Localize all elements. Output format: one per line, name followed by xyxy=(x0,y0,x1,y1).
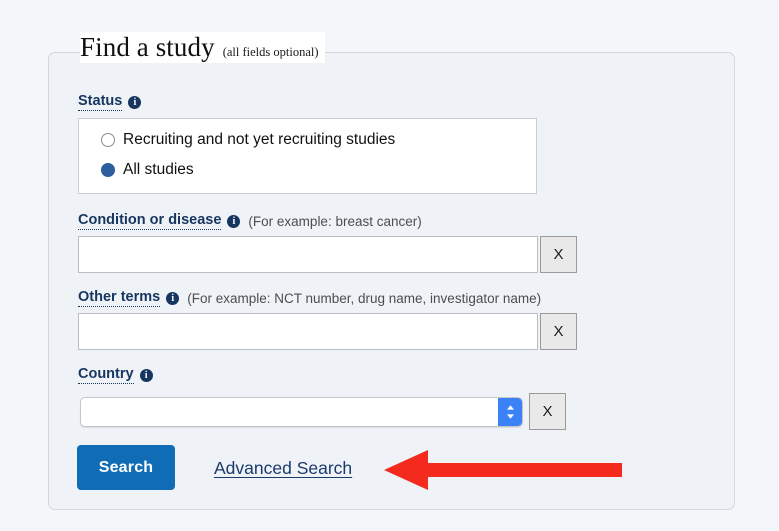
search-button[interactable]: Search xyxy=(77,445,175,490)
condition-info-icon[interactable]: i xyxy=(227,214,241,228)
status-option-recruiting[interactable]: Recruiting and not yet recruiting studie… xyxy=(101,131,395,149)
status-option-label: All studies xyxy=(123,161,194,178)
page-title-text: Find a study xyxy=(80,32,215,62)
status-label-row: Status i xyxy=(78,93,142,111)
status-option-all-studies[interactable]: All studies xyxy=(101,161,194,179)
page-title-note: (all fields optional) xyxy=(222,45,319,59)
condition-input[interactable] xyxy=(78,236,538,273)
country-select[interactable] xyxy=(80,396,523,427)
other-terms-input-row: X xyxy=(78,313,577,350)
country-input-row: X xyxy=(80,393,566,430)
status-options-box: Recruiting and not yet recruiting studie… xyxy=(78,118,537,194)
advanced-search-link[interactable]: Advanced Search xyxy=(214,458,352,479)
other-terms-hint: (For example: NCT number, drug name, inv… xyxy=(187,290,542,306)
page-title: Find a study (all fields optional) xyxy=(80,32,325,63)
country-label: Country xyxy=(78,366,134,384)
country-clear-button[interactable]: X xyxy=(529,393,566,430)
status-option-label: Recruiting and not yet recruiting studie… xyxy=(123,131,396,148)
condition-label-row: Condition or disease i (For example: bre… xyxy=(78,212,422,230)
radio-button-selected[interactable] xyxy=(101,163,115,177)
condition-hint: (For example: breast cancer) xyxy=(248,213,422,229)
radio-button-unselected[interactable] xyxy=(101,133,115,147)
other-terms-info-icon[interactable]: i xyxy=(166,291,180,305)
other-terms-label: Other terms xyxy=(78,289,161,307)
status-info-icon[interactable]: i xyxy=(128,95,142,109)
condition-label: Condition or disease xyxy=(78,212,222,230)
other-terms-label-row: Other terms i (For example: NCT number, … xyxy=(78,289,541,307)
other-terms-clear-button[interactable]: X xyxy=(540,313,577,350)
country-label-row: Country i xyxy=(78,366,153,384)
country-info-icon[interactable]: i xyxy=(139,368,153,382)
condition-input-row: X xyxy=(78,236,577,273)
condition-clear-button[interactable]: X xyxy=(540,236,577,273)
chevron-up-down-icon[interactable] xyxy=(498,397,522,426)
status-label: Status xyxy=(78,93,123,111)
other-terms-input[interactable] xyxy=(78,313,538,350)
